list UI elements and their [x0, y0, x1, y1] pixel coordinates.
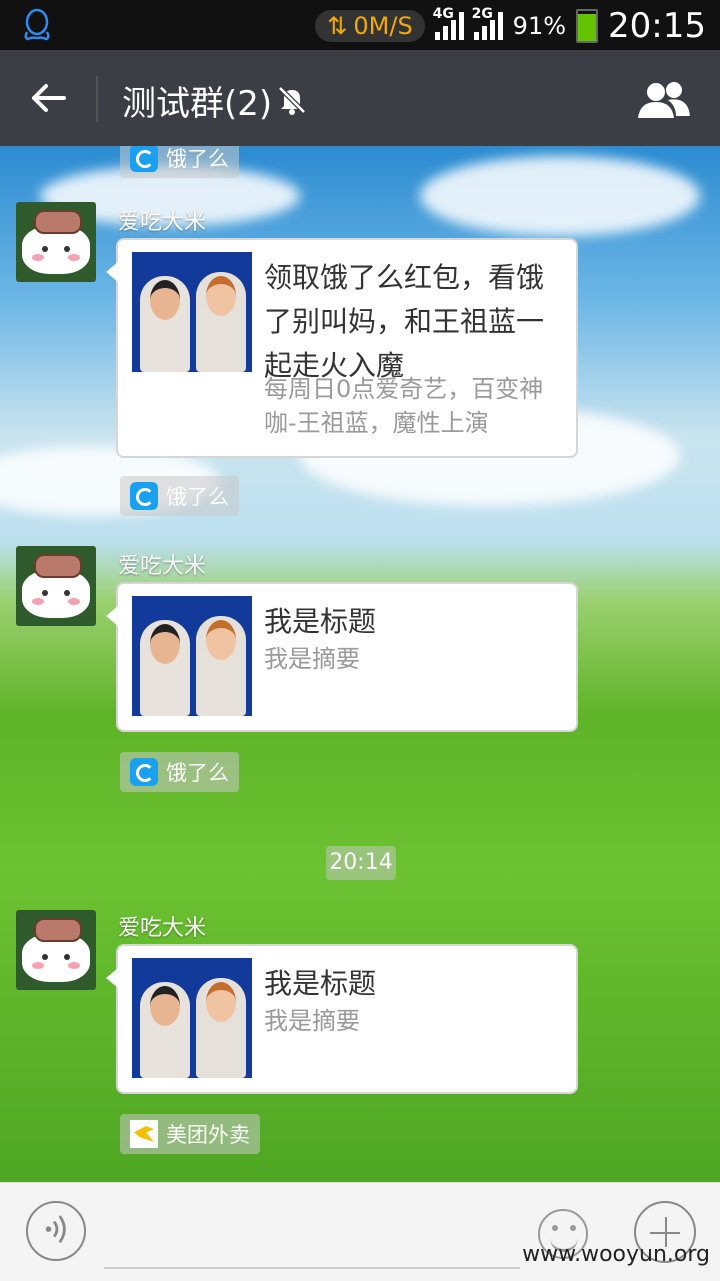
bell-off-icon [278, 86, 306, 115]
avatar[interactable] [16, 910, 96, 990]
status-bar: ⇅ 0M/S 4G 2G 91% 20:15 [0, 0, 720, 50]
card-thumbnail [132, 252, 252, 372]
voice-button[interactable] [26, 1201, 86, 1261]
signal-2g-icon: 2G [472, 6, 503, 40]
eleme-icon [130, 146, 158, 172]
source-label: 饿了么 [166, 761, 229, 785]
share-card[interactable]: 领取饿了么红包，看饿了别叫妈，和王祖蓝一起走火入魔 每周日0点爱奇艺，百变神咖-… [106, 238, 578, 458]
card-title: 我是标题 [264, 605, 377, 638]
data-transfer-icon: ⇅ [327, 12, 348, 40]
title-divider [96, 76, 98, 122]
meituan-icon [130, 1120, 158, 1148]
voice-icon [45, 1215, 66, 1244]
status-right: ⇅ 0M/S 4G 2G 91% 20:15 [315, 6, 706, 46]
sender-name: 爱吃大米 [118, 916, 207, 941]
sender-name: 爱吃大米 [118, 554, 207, 579]
source-tag[interactable]: 饿了么 [120, 752, 239, 792]
source-label: 饿了么 [166, 485, 229, 509]
card-summary: 每周日0点爱奇艺，百变神咖-王祖蓝，魔性上演 [264, 375, 544, 437]
share-card[interactable]: 我是标题 我是摘要 [106, 582, 578, 732]
message-input[interactable] [104, 1205, 520, 1269]
group-members-icon[interactable] [636, 78, 692, 122]
avatar[interactable] [16, 546, 96, 626]
sender-name: 爱吃大米 [118, 210, 207, 235]
battery-icon [576, 9, 599, 43]
signal-4g-icon: 4G [433, 6, 464, 40]
source-label: 饿了么 [166, 147, 229, 171]
card-summary: 我是摘要 [264, 645, 360, 673]
input-bar: www.wooyun.org [0, 1182, 720, 1281]
source-tag[interactable]: 饿了么 [120, 476, 239, 516]
back-arrow-icon[interactable] [28, 78, 68, 118]
source-tag[interactable]: 饿了么 [120, 146, 239, 178]
source-label: 美团外卖 [166, 1123, 250, 1147]
avatar[interactable] [16, 202, 96, 282]
chat-area[interactable]: 饿了么 爱吃大米 领取饿了么红包，看饿了别叫妈，和王祖蓝一起走火入魔 每周日0点… [0, 146, 720, 1182]
card-thumbnail [132, 958, 252, 1078]
time-divider: 20:14 [326, 846, 396, 880]
qq-penguin-icon [24, 8, 50, 41]
card-title: 领取饿了么红包，看饿了别叫妈，和王祖蓝一起走火入魔 [264, 261, 545, 382]
eleme-icon [130, 482, 158, 510]
group-title: 测试群(2) [122, 84, 273, 124]
data-speed-indicator: ⇅ 0M/S [315, 10, 425, 42]
watermark: www.wooyun.org [522, 1242, 710, 1267]
data-speed: 0M/S [353, 12, 413, 40]
battery-percent: 91% [512, 12, 567, 40]
title-bar: 测试群(2) [0, 50, 720, 146]
share-card[interactable]: 我是标题 我是摘要 [106, 944, 578, 1094]
eleme-icon [130, 758, 158, 786]
card-thumbnail [132, 596, 252, 716]
source-tag[interactable]: 美团外卖 [120, 1114, 260, 1154]
card-title: 我是标题 [264, 967, 377, 1000]
clock: 20:15 [608, 6, 706, 46]
card-summary: 我是摘要 [264, 1007, 360, 1035]
